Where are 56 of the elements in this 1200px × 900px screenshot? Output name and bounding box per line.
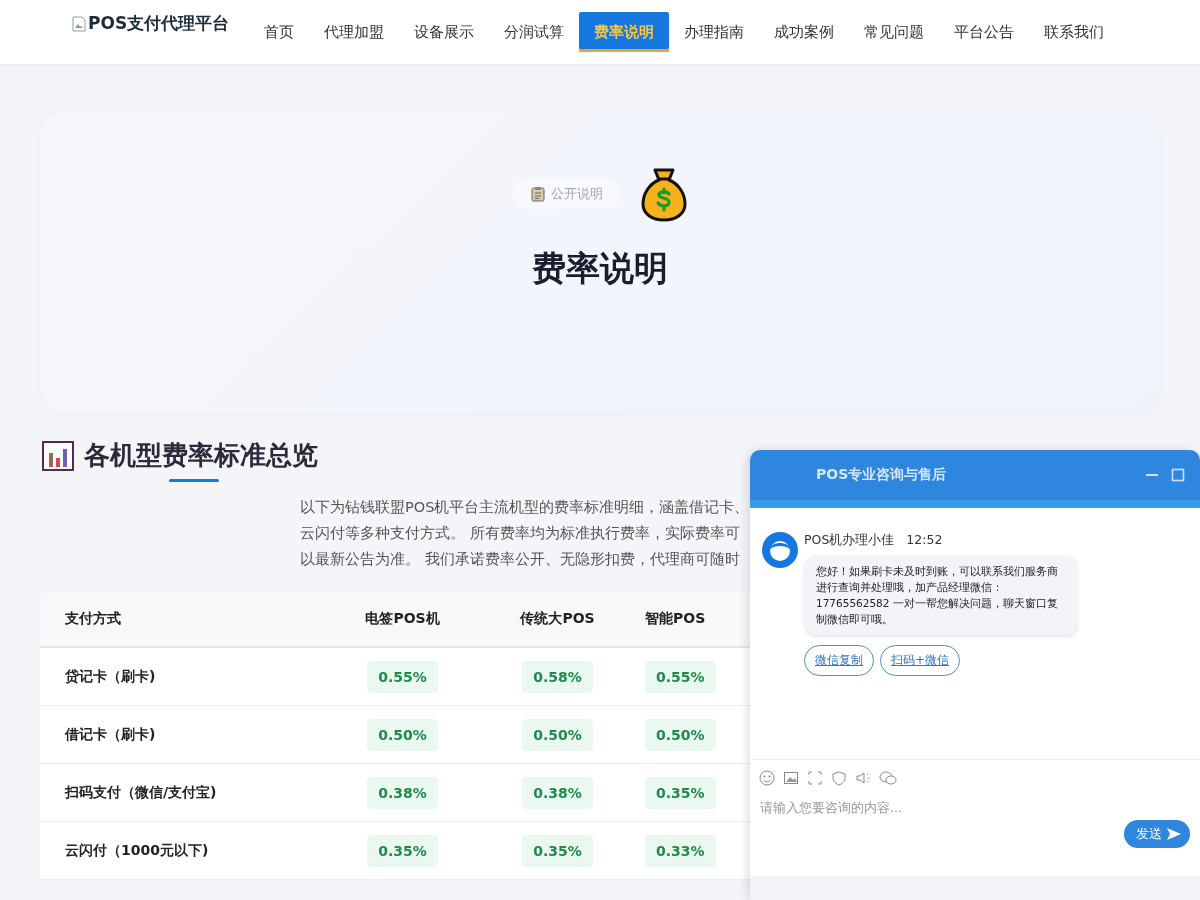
broken-image-icon bbox=[72, 15, 86, 32]
nav-link[interactable]: 分润试算 bbox=[489, 12, 580, 52]
rate-tag: 0.38% bbox=[367, 776, 438, 809]
nav-link[interactable]: 联系我们 bbox=[1029, 12, 1120, 52]
clipboard-icon bbox=[531, 186, 545, 202]
logo-link[interactable]: POS支付代理平台 bbox=[72, 12, 230, 35]
quick-reply-button[interactable]: 扫码+微信 bbox=[880, 645, 961, 676]
shield-icon[interactable] bbox=[831, 770, 847, 786]
rate-tag: 0.50% bbox=[522, 718, 593, 751]
nav-link[interactable]: 设备展示 bbox=[399, 12, 490, 52]
rate-tag: 0.35% bbox=[645, 776, 716, 809]
emoji-icon[interactable] bbox=[759, 770, 775, 786]
sender-name: POS机办理小佳 bbox=[804, 532, 895, 549]
avatar-icon bbox=[762, 532, 798, 568]
column-header: 电签POS机 bbox=[364, 610, 441, 628]
send-icon bbox=[1166, 827, 1182, 841]
nav-link[interactable]: 平台公告 bbox=[939, 12, 1030, 52]
column-header: 传统大POS bbox=[519, 610, 596, 628]
column-header: 支付方式 bbox=[64, 610, 122, 628]
rate-tag: 0.35% bbox=[367, 834, 438, 867]
rate-tag: 0.35% bbox=[522, 834, 593, 867]
bar-chart-icon bbox=[42, 440, 74, 471]
page-title: 费率说明 bbox=[532, 247, 668, 290]
table-cell-text: 云闪付（1000元以下) bbox=[64, 841, 210, 860]
nav-link[interactable]: 常见问题 bbox=[849, 12, 940, 52]
nav-link[interactable]: 办理指南 bbox=[669, 12, 760, 52]
money-bag-icon bbox=[641, 166, 687, 222]
table-cell-text: 扫码支付（微信/支付宝) bbox=[63, 783, 218, 802]
column-header: 智能POS bbox=[644, 610, 707, 628]
message-bubble: 您好！如果刷卡未及时到账，可以联系我们服务商进行查询并处理哦，加产品经理微信：17765562582 一对一帮您解决问题，聊天窗口复制微信即可哦。 bbox=[804, 555, 1078, 635]
badge: 公开说明 bbox=[513, 179, 621, 209]
nav-link[interactable]: 成功案例 bbox=[759, 12, 850, 52]
table-cell-text: 贷记卡（刷卡) bbox=[64, 667, 157, 686]
rate-tag: 0.55% bbox=[367, 660, 438, 693]
quick-reply-button[interactable]: 微信复制 bbox=[804, 645, 874, 676]
rate-tag: 0.58% bbox=[522, 660, 593, 693]
table-cell-text: 借记卡（刷卡) bbox=[64, 725, 157, 744]
nav-link[interactable]: 首页 bbox=[249, 12, 310, 52]
nav-link[interactable]: 代理加盟 bbox=[309, 12, 400, 52]
message-time: 12:52 bbox=[906, 532, 943, 549]
speaker-icon[interactable] bbox=[855, 770, 871, 786]
intro-text: 以最新公告为准。 我们承诺费率公开、无隐形扣费，代理商可随时 bbox=[300, 550, 740, 569]
chat-title: POS专业咨询与售后 bbox=[816, 466, 948, 484]
rate-tag: 0.55% bbox=[645, 660, 716, 693]
section-title: 各机型费率标准总览 bbox=[84, 439, 318, 472]
rate-tag: 0.33% bbox=[645, 834, 716, 867]
intro-text: 以下为钻钱联盟POS机平台主流机型的费率标准明细，涵盖借记卡、 bbox=[300, 498, 750, 517]
rate-tag: 0.50% bbox=[367, 718, 438, 751]
screenshot-icon[interactable] bbox=[807, 770, 823, 786]
rate-tag: 0.50% bbox=[645, 718, 716, 751]
wechat-icon[interactable] bbox=[879, 770, 897, 786]
send-button[interactable]: 发送 bbox=[1124, 820, 1190, 848]
image-icon[interactable] bbox=[783, 770, 799, 786]
rate-tag: 0.38% bbox=[522, 776, 593, 809]
intro-text: 云闪付等多种支付方式。 所有费率均为标准执行费率，实际费率可 bbox=[300, 524, 740, 543]
maximize-icon[interactable] bbox=[1171, 468, 1185, 482]
